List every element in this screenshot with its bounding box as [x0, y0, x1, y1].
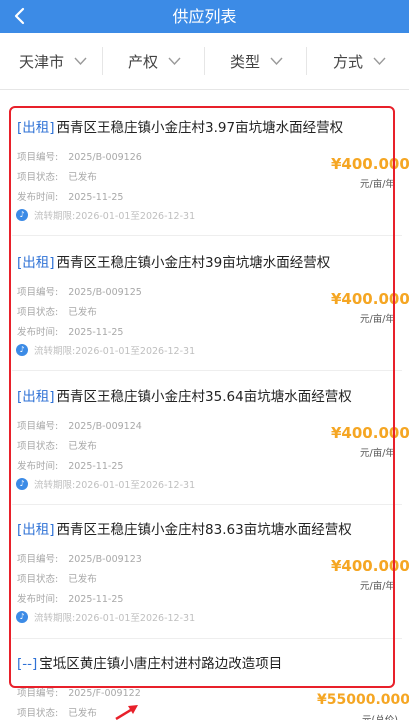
item-period: ♪ 流转期限:2026-01-01至2026-12-31	[16, 477, 195, 491]
filter-region-label: 天津市	[19, 52, 65, 71]
item-price: ¥55000.000	[317, 692, 409, 708]
supply-list: [出租] 西青区王稳庄镇小金庄村3.97亩坑塘水面经营权 项目编号: 2025/B-…	[0, 90, 409, 720]
chevron-down-icon	[168, 57, 181, 65]
chevron-down-icon	[74, 57, 87, 65]
filter-bar: 天津市 产权 类型 方式	[0, 33, 409, 90]
filter-ownership[interactable]: 产权	[128, 33, 181, 89]
item-date: 发布时间: 2025-11-25	[17, 327, 124, 338]
item-code: 项目编号: 2025/F-009122	[17, 688, 141, 699]
period-icon: ♪	[16, 611, 28, 623]
page-title: 供应列表	[172, 7, 237, 26]
item-tag: [出租]	[17, 120, 55, 136]
item-price: ¥400.000	[331, 557, 409, 575]
item-period: ♪ 流转期限:2026-01-01至2026-12-31	[16, 343, 195, 357]
item-status: 项目状态: 已发布	[17, 708, 97, 719]
item-status: 项目状态: 已发布	[17, 307, 97, 318]
item-title[interactable]: [出租] 西青区王稳庄镇小金庄村39亩坑塘水面经营权	[17, 253, 330, 273]
item-price: ¥400.000	[331, 424, 409, 442]
item-status: 项目状态: 已发布	[17, 574, 97, 585]
item-status: 项目状态: 已发布	[17, 172, 97, 183]
item-period: ♪ 流转期限:2026-01-01至2026-12-31	[16, 208, 195, 222]
item-unit: 元/亩/年	[360, 581, 395, 592]
chevron-down-icon	[270, 57, 283, 65]
divider	[12, 638, 402, 639]
item-title[interactable]: [出租] 西青区王稳庄镇小金庄村35.64亩坑塘水面经营权	[17, 387, 352, 407]
app-header: 供应列表	[0, 0, 409, 33]
item-tag: [出租]	[17, 522, 55, 538]
item-unit: 元/亩/年	[360, 179, 395, 190]
period-icon: ♪	[16, 209, 28, 221]
item-code: 项目编号: 2025/B-009125	[17, 287, 142, 298]
item-code: 项目编号: 2025/B-009123	[17, 554, 142, 565]
filter-type[interactable]: 类型	[230, 33, 283, 89]
chevron-down-icon	[373, 57, 386, 65]
item-code: 项目编号: 2025/B-009126	[17, 152, 142, 163]
period-icon: ♪	[16, 344, 28, 356]
item-price: ¥400.000	[331, 290, 409, 308]
item-tag: [出租]	[17, 389, 55, 405]
filter-type-label: 类型	[230, 52, 261, 71]
item-period: ♪ 流转期限:2026-01-01至2026-12-31	[16, 610, 195, 624]
filter-divider	[102, 47, 103, 75]
item-date: 发布时间: 2025-11-25	[17, 594, 124, 605]
pointer-arrow-icon	[115, 705, 138, 720]
item-code: 项目编号: 2025/B-009124	[17, 421, 142, 432]
item-unit: 元/亩/年	[360, 314, 395, 325]
filter-method-label: 方式	[333, 52, 364, 71]
filter-ownership-label: 产权	[128, 52, 159, 71]
item-status: 项目状态: 已发布	[17, 441, 97, 452]
item-date: 发布时间: 2025-11-25	[17, 461, 124, 472]
filter-method[interactable]: 方式	[333, 33, 386, 89]
filter-divider	[204, 47, 205, 75]
item-date: 发布时间: 2025-11-25	[17, 192, 124, 203]
item-unit: 元/亩/年	[360, 448, 395, 459]
item-title[interactable]: [--] 宝坻区黄庄镇小唐庄村进村路边改造项目	[17, 654, 282, 674]
item-price: ¥400.000	[331, 155, 409, 173]
item-tag: [--]	[17, 656, 38, 672]
item-unit: 元(总价)	[362, 712, 398, 720]
divider	[12, 504, 402, 505]
item-title[interactable]: [出租] 西青区王稳庄镇小金庄村83.63亩坑塘水面经营权	[17, 520, 352, 540]
filter-divider	[306, 47, 307, 75]
divider	[12, 370, 402, 371]
period-icon: ♪	[16, 478, 28, 490]
divider	[12, 235, 402, 236]
item-tag: [出租]	[17, 255, 55, 271]
item-title[interactable]: [出租] 西青区王稳庄镇小金庄村3.97亩坑塘水面经营权	[17, 118, 343, 138]
filter-region[interactable]: 天津市	[19, 33, 87, 89]
